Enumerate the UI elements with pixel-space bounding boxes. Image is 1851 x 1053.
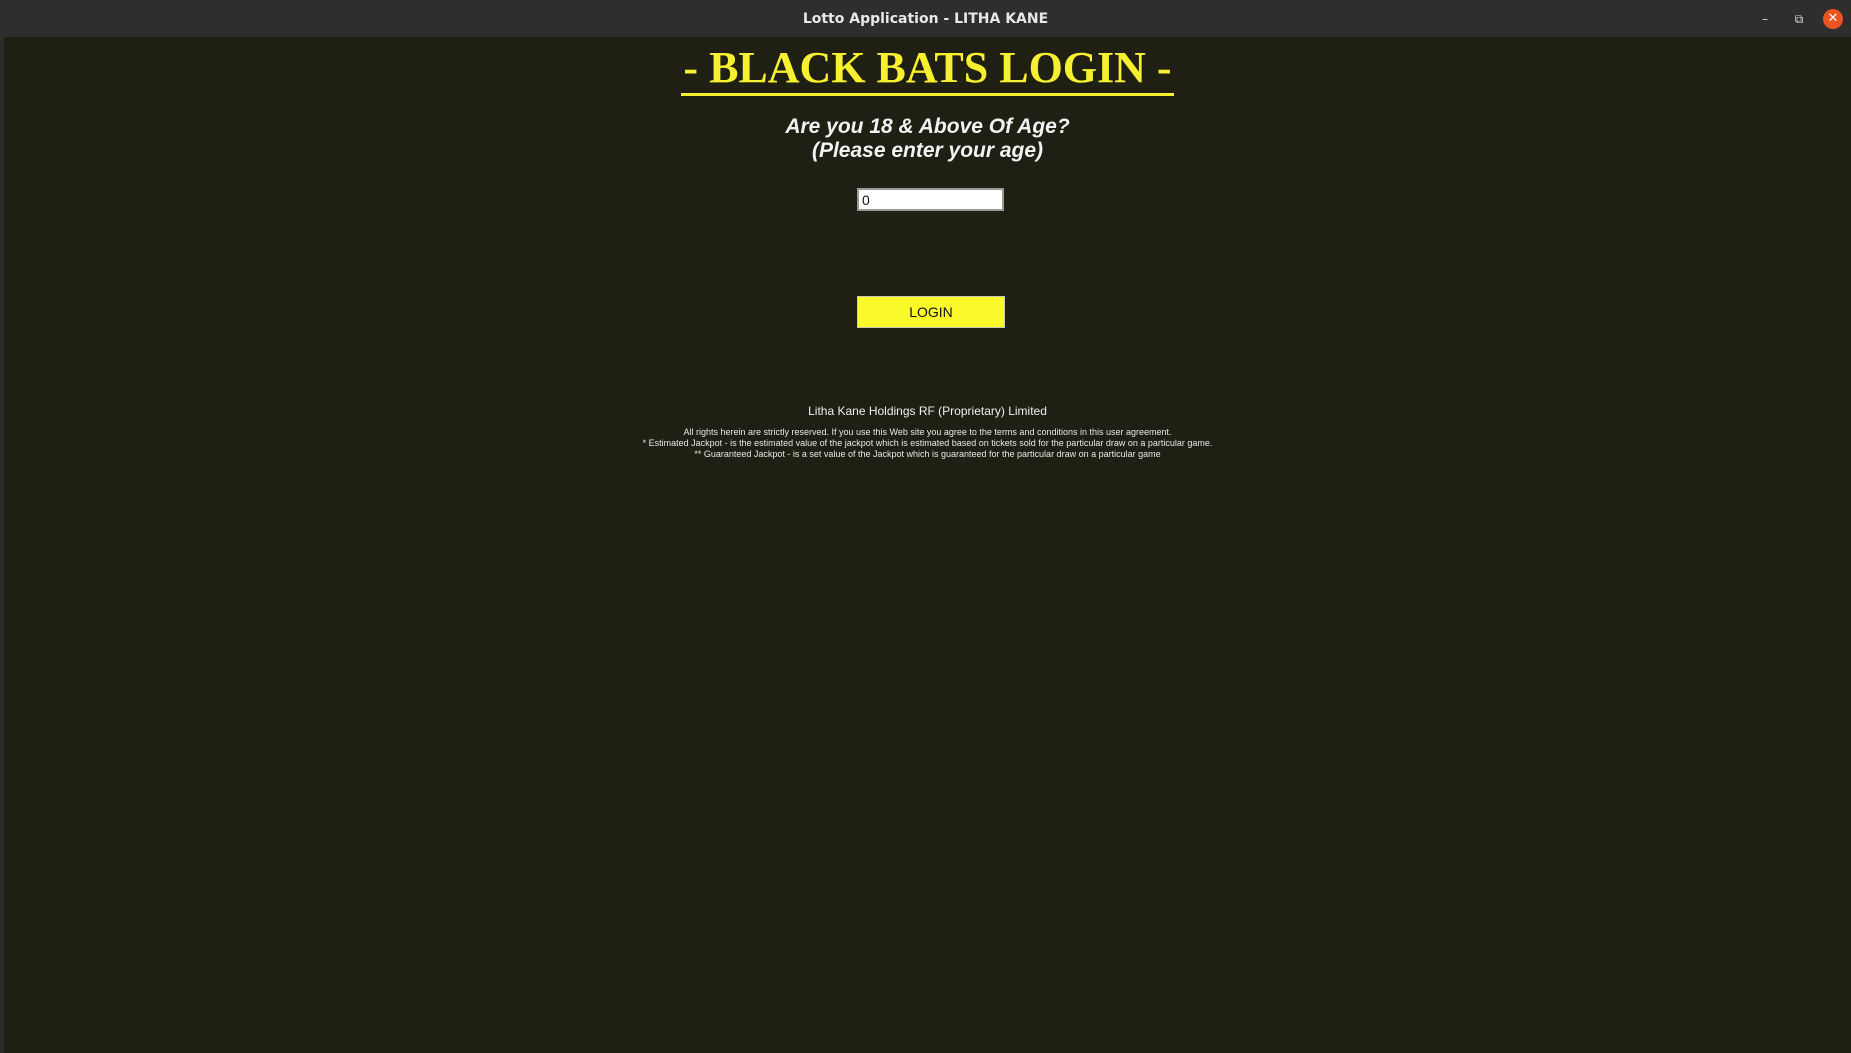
app-window: Lotto Application - LITHA KANE – ⧉ ✕ - B…	[0, 0, 1851, 1053]
login-button[interactable]: LOGIN	[857, 296, 1005, 328]
title-bar[interactable]: Lotto Application - LITHA KANE – ⧉ ✕	[0, 0, 1851, 38]
estimated-jackpot-note: * Estimated Jackpot - is the estimated v…	[642, 438, 1213, 448]
age-question-line2: (Please enter your age)	[811, 139, 1044, 162]
maximize-icon[interactable]: ⧉	[1789, 9, 1809, 29]
page-title: - BLACK BATS LOGIN -	[4, 42, 1851, 96]
disclaimer: All rights herein are strictly reserved.…	[4, 427, 1851, 460]
age-question: Are you 18 & Above Of Age? (Please enter…	[4, 115, 1851, 163]
login-page: - BLACK BATS LOGIN - Are you 18 & Above …	[4, 37, 1851, 1053]
age-question-line1: Are you 18 & Above Of Age?	[785, 115, 1070, 138]
page-title-text: - BLACK BATS LOGIN -	[681, 43, 1174, 96]
close-icon[interactable]: ✕	[1823, 9, 1843, 29]
minimize-icon[interactable]: –	[1755, 9, 1775, 29]
company-name: Litha Kane Holdings RF (Proprietary) Lim…	[808, 404, 1047, 418]
rights-notice: All rights herein are strictly reserved.…	[683, 427, 1172, 437]
age-input[interactable]	[857, 188, 1004, 211]
window-title: Lotto Application - LITHA KANE	[802, 11, 1049, 27]
guaranteed-jackpot-note: ** Guaranteed Jackpot - is a set value o…	[694, 449, 1161, 459]
